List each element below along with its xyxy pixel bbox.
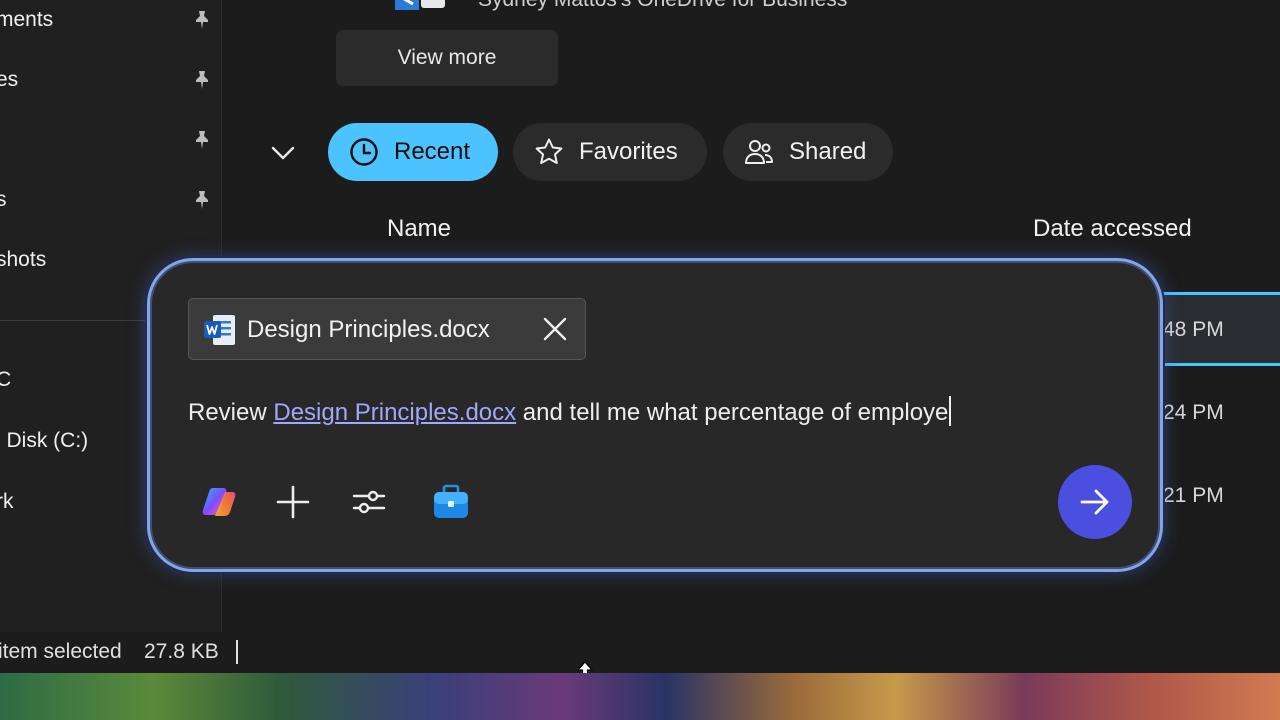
- prompt-text-prefix: Review: [188, 399, 274, 426]
- settings-sliders-icon[interactable]: [349, 482, 389, 522]
- status-file-size: 27.8 KB: [144, 640, 219, 663]
- tab-recent[interactable]: Recent: [328, 123, 498, 181]
- tab-label: Favorites: [579, 138, 678, 165]
- tab-shared[interactable]: Shared: [723, 123, 893, 181]
- view-more-button[interactable]: View more: [336, 30, 558, 86]
- pin-icon: [196, 11, 208, 29]
- row-date-accessed: 21 PM: [1163, 484, 1224, 507]
- column-header-date-accessed[interactable]: Date accessed: [1033, 215, 1192, 243]
- pin-icon: [196, 71, 208, 89]
- status-separator: [236, 640, 238, 664]
- prompt-file-link[interactable]: Design Principles.docx: [273, 399, 516, 426]
- status-bar: item selected 27.8 KB: [0, 632, 1280, 673]
- tab-favorites[interactable]: Favorites: [513, 123, 707, 181]
- pin-icon: [196, 131, 208, 149]
- people-icon: [745, 140, 773, 164]
- close-icon[interactable]: [541, 315, 569, 343]
- attachment-chip[interactable]: Design Principles.docx: [188, 298, 586, 360]
- onedrive-location-label[interactable]: Sydney Mattos's OneDrive for Business: [478, 0, 847, 12]
- star-icon: [535, 138, 563, 164]
- chevron-down-icon[interactable]: [268, 138, 298, 168]
- send-button[interactable]: [1058, 465, 1132, 539]
- sidebar-item-pictures[interactable]: es: [0, 60, 221, 100]
- briefcase-icon[interactable]: [431, 482, 471, 522]
- prompt-input[interactable]: Review Design Principles.docx and tell m…: [188, 396, 952, 427]
- column-header-name[interactable]: Name: [387, 215, 451, 243]
- sidebar-item-videos[interactable]: s: [0, 180, 221, 220]
- sidebar-item-documents[interactable]: ments: [0, 0, 221, 40]
- row-date-accessed: 24 PM: [1163, 401, 1224, 424]
- sidebar-item-label: ments: [0, 8, 54, 31]
- sidebar-item-label: C: [0, 368, 12, 391]
- sidebar-item-label: rk: [0, 490, 14, 513]
- add-icon[interactable]: [273, 482, 313, 522]
- text-caret: [949, 396, 952, 426]
- tab-label: Shared: [789, 138, 867, 165]
- prompt-text-suffix: and tell me what percentage of employe: [516, 399, 949, 426]
- copilot-logo-icon[interactable]: [199, 482, 239, 522]
- pin-icon: [196, 191, 208, 209]
- sidebar-item-label: shots: [0, 248, 47, 271]
- sidebar-item-label: s: [0, 188, 7, 211]
- attachment-file-name: Design Principles.docx: [247, 316, 490, 343]
- tab-label: Recent: [394, 138, 471, 165]
- status-selection-count: item selected: [0, 640, 122, 663]
- sidebar-item-label: l Disk (C:): [0, 429, 89, 452]
- word-document-icon: [204, 315, 235, 345]
- sidebar-item-label: es: [0, 68, 19, 91]
- copilot-prompt-panel: Design Principles.docx Review Design Pri…: [147, 258, 1163, 572]
- arrow-right-icon: [1080, 489, 1109, 515]
- clock-icon: [350, 138, 378, 166]
- row-date-accessed: 48 PM: [1163, 318, 1224, 341]
- desktop-wallpaper: [0, 673, 1280, 720]
- sidebar-item-music[interactable]: [0, 120, 221, 160]
- onedrive-icon: [395, 0, 445, 10]
